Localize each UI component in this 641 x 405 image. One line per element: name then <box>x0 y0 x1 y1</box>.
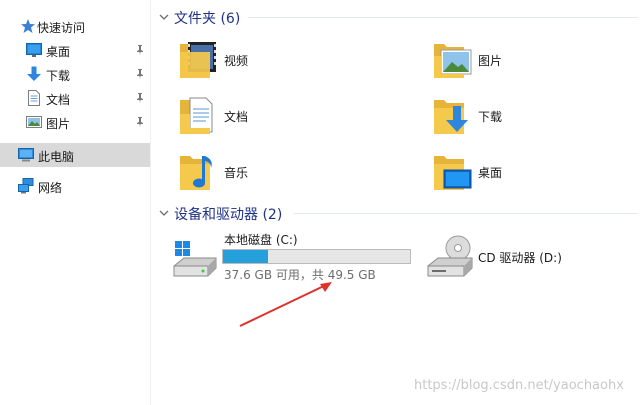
watermark-text: https://blog.csdn.net/yaochaohx <box>414 378 624 393</box>
nav-item-downloads[interactable]: 下载 <box>0 62 150 86</box>
nav-item-this-pc[interactable]: 此电脑 <box>0 143 150 167</box>
nav-item-label: 此电脑 <box>38 150 75 164</box>
folder-label: 桌面 <box>478 166 503 180</box>
disk-usage-bar <box>222 249 411 264</box>
pin-icon[interactable] <box>134 116 146 128</box>
pin-icon[interactable] <box>134 44 146 56</box>
folder-label: 音乐 <box>224 166 249 180</box>
pictures-folder-icon <box>434 44 472 78</box>
chevron-down-icon[interactable] <box>158 11 170 23</box>
desktop-folder-icon <box>434 156 472 190</box>
download-icon <box>27 66 41 81</box>
downloads-folder-icon <box>434 100 468 134</box>
nav-quick-access[interactable]: 快速访问 <box>0 14 150 38</box>
document-icon <box>28 90 40 106</box>
videos-folder-icon <box>180 42 216 78</box>
nav-item-label: 桌面 <box>46 45 71 59</box>
nav-quick-access-label: 快速访问 <box>37 21 86 35</box>
nav-item-label: 网络 <box>38 181 63 195</box>
folder-tile-music[interactable]: 音乐 <box>178 148 418 196</box>
nav-item-label: 文档 <box>46 93 71 107</box>
folder-label: 文档 <box>224 110 249 124</box>
folder-tile-downloads[interactable]: 下载 <box>432 92 641 140</box>
folder-tile-documents[interactable]: 文档 <box>178 92 418 140</box>
drive-name: CD 驱动器 (D:) <box>478 251 562 265</box>
drives-group-title: 设备和驱动器 (2) <box>174 207 283 223</box>
nav-item-pictures[interactable]: 图片 <box>0 110 150 134</box>
pictures-icon <box>26 116 42 128</box>
documents-folder-icon <box>180 97 213 134</box>
folder-tile-videos[interactable]: 视频 <box>178 36 418 84</box>
navigation-pane: 快速访问 桌面 下载 文档 图片 此电脑 网络 <box>0 0 151 405</box>
pin-icon[interactable] <box>134 68 146 80</box>
nav-item-label: 图片 <box>46 117 71 131</box>
folders-group-title: 文件夹 (6) <box>174 11 241 27</box>
hard-drive-icon <box>173 241 217 277</box>
pin-icon[interactable] <box>134 92 146 104</box>
disk-usage-fill <box>223 250 268 263</box>
computer-icon <box>18 148 34 162</box>
folder-label: 图片 <box>478 54 503 68</box>
drive-name: 本地磁盘 (C:) <box>224 233 298 247</box>
group-divider <box>248 17 638 18</box>
nav-item-label: 下载 <box>46 69 71 83</box>
folder-label: 视频 <box>224 54 249 68</box>
network-icon <box>18 178 34 194</box>
nav-item-desktop[interactable]: 桌面 <box>0 38 150 62</box>
folder-tile-desktop[interactable]: 桌面 <box>432 148 641 196</box>
music-folder-icon <box>180 156 212 190</box>
nav-item-documents[interactable]: 文档 <box>0 86 150 110</box>
desktop-icon <box>26 43 42 57</box>
chevron-down-icon[interactable] <box>158 207 170 219</box>
annotation-arrow <box>239 282 332 327</box>
group-divider <box>294 213 638 214</box>
cd-drive-icon <box>427 235 473 277</box>
folder-label: 下载 <box>478 110 503 124</box>
folder-tile-pictures[interactable]: 图片 <box>432 36 641 84</box>
star-icon <box>21 19 35 33</box>
nav-item-network[interactable]: 网络 <box>0 174 150 198</box>
